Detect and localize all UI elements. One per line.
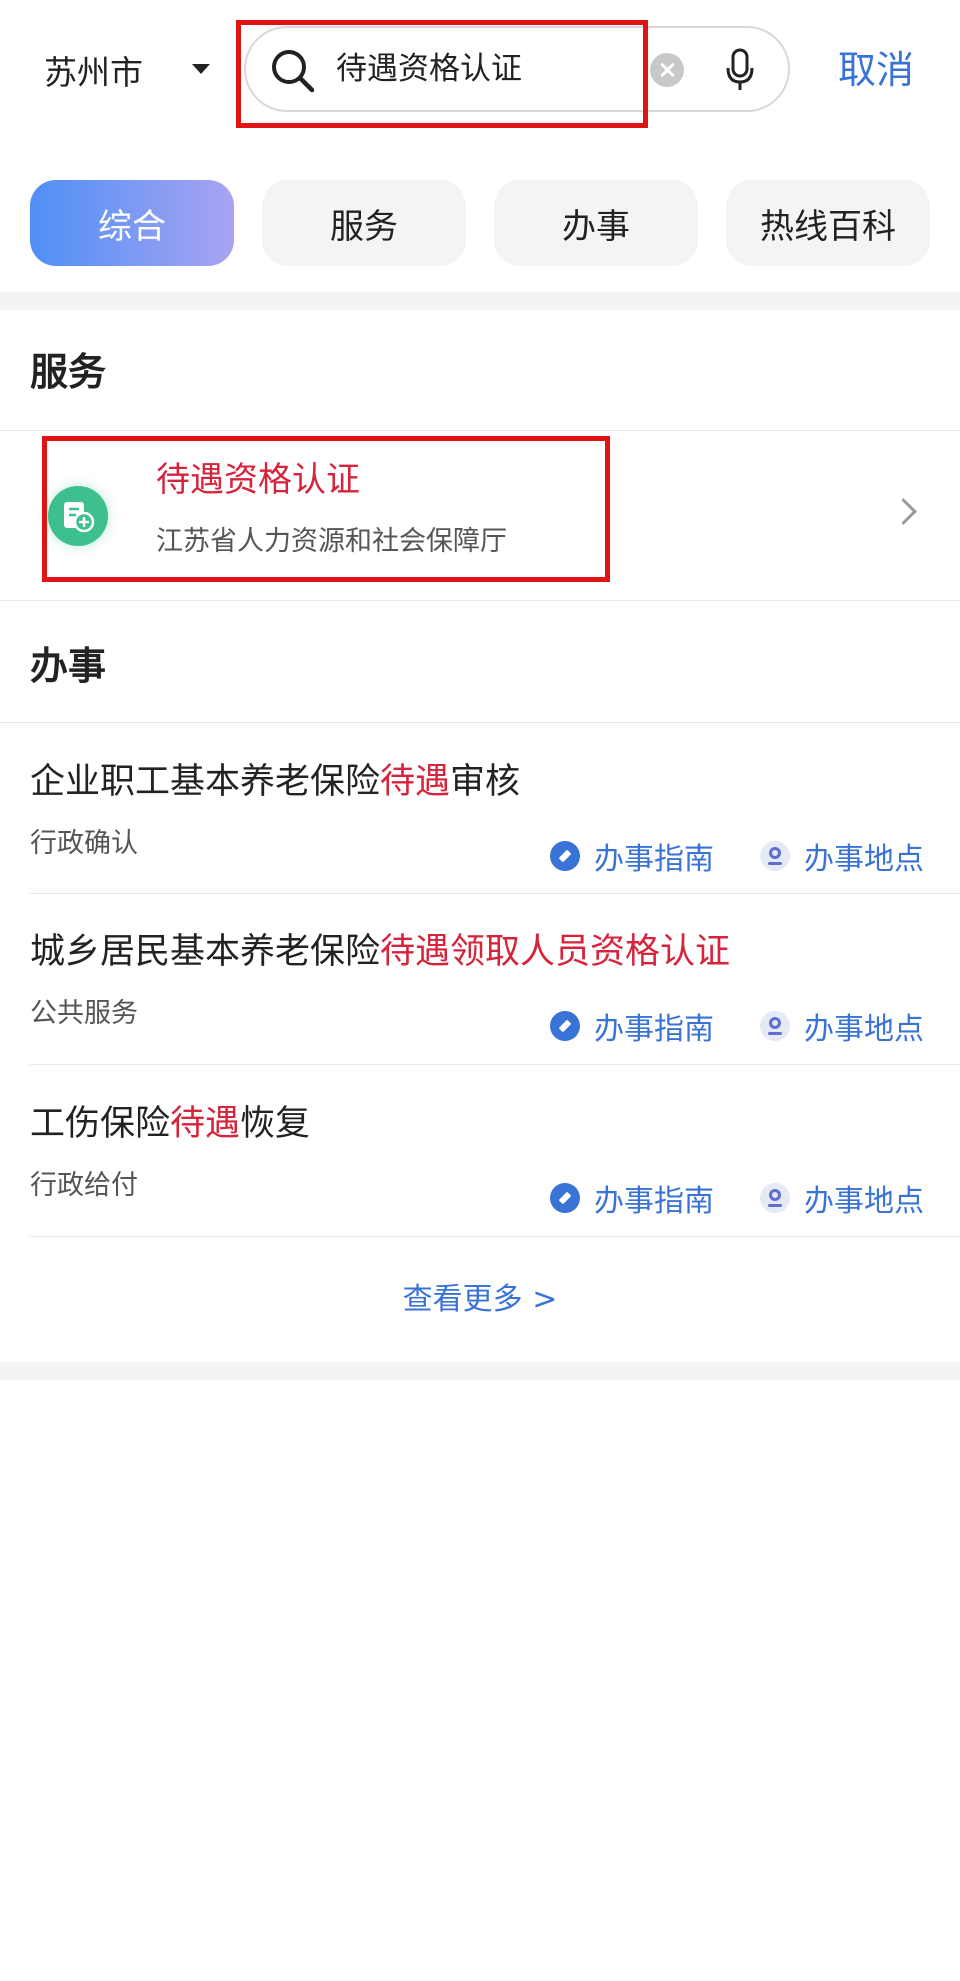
microphone-icon[interactable]: [724, 48, 756, 92]
location-link[interactable]: 办事地点: [760, 832, 924, 880]
search-input[interactable]: 待遇资格认证: [336, 28, 522, 110]
guide-link[interactable]: 办事指南: [550, 1002, 714, 1050]
location-pin-icon: [760, 1183, 790, 1213]
affair-item[interactable]: 企业职工基本养老保险待遇审核 行政确认 办事指南 办事地点: [0, 724, 960, 894]
view-more-link[interactable]: 查看更多 >: [0, 1268, 960, 1332]
compass-icon: [550, 1011, 580, 1041]
section-divider: [0, 1362, 960, 1380]
affair-item[interactable]: 城乡居民基本养老保险待遇领取人员资格认证 公共服务 办事指南 办事地点: [0, 894, 960, 1064]
divider: [30, 1236, 960, 1237]
divider: [0, 722, 960, 723]
document-plus-icon: [48, 486, 108, 546]
section-divider: [0, 292, 960, 310]
compass-icon: [550, 1183, 580, 1213]
divider: [0, 430, 960, 431]
compass-icon: [550, 841, 580, 871]
top-bar: 苏州市 待遇资格认证 取消: [0, 0, 960, 140]
service-item[interactable]: 待遇资格认证 江苏省人力资源和社会保障厅: [0, 432, 960, 600]
guide-link[interactable]: 办事指南: [550, 1174, 714, 1222]
affair-title: 工伤保险待遇恢复: [30, 1104, 311, 1144]
clear-icon[interactable]: [650, 53, 684, 87]
divider: [0, 600, 960, 601]
search-box[interactable]: 待遇资格认证: [244, 26, 790, 112]
search-icon: [272, 50, 315, 93]
service-org: 江苏省人力资源和社会保障厅: [156, 526, 507, 557]
tab-affairs[interactable]: 办事: [494, 180, 698, 266]
tab-hotline-wiki[interactable]: 热线百科: [726, 180, 930, 266]
affair-type: 公共服务: [30, 998, 138, 1029]
guide-link[interactable]: 办事指南: [550, 832, 714, 880]
caret-down-icon[interactable]: [192, 64, 210, 74]
location-pin-icon: [760, 1011, 790, 1041]
city-selector[interactable]: 苏州市: [44, 44, 143, 96]
affair-title: 城乡居民基本养老保险待遇领取人员资格认证: [30, 932, 731, 972]
tab-services[interactable]: 服务: [262, 180, 466, 266]
section-title-affairs: 办事: [30, 644, 107, 688]
filter-tabs: 综合 服务 办事 热线百科: [0, 180, 960, 266]
cancel-button[interactable]: 取消: [838, 40, 914, 100]
location-link[interactable]: 办事地点: [760, 1174, 924, 1222]
affair-title: 企业职工基本养老保险待遇审核: [30, 762, 521, 802]
location-pin-icon: [760, 841, 790, 871]
location-link[interactable]: 办事地点: [760, 1002, 924, 1050]
service-name: 待遇资格认证: [156, 460, 360, 500]
affair-item[interactable]: 工伤保险待遇恢复 行政给付 办事指南 办事地点: [0, 1066, 960, 1236]
affair-type: 行政确认: [30, 828, 138, 859]
tab-all[interactable]: 综合: [30, 180, 234, 266]
chevron-right-icon: [890, 498, 917, 525]
divider: [30, 1064, 960, 1065]
affair-type: 行政给付: [30, 1170, 138, 1201]
section-title-services: 服务: [30, 350, 107, 394]
